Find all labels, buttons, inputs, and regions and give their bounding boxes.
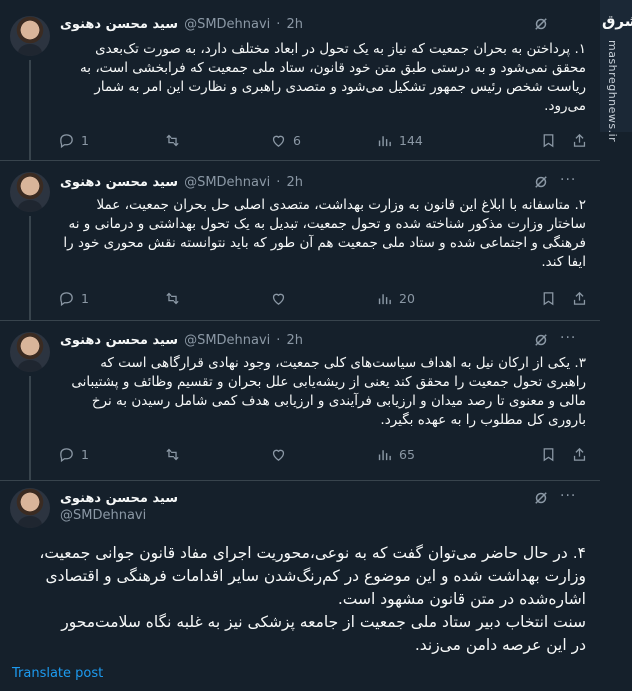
reply-icon <box>60 133 73 148</box>
text-line: وزارت بهداشت شده و این موضوع در کم‌رنگ‌ش… <box>45 567 586 585</box>
tweet-actions: 1 65 <box>58 444 588 464</box>
more-icon[interactable]: ··· <box>560 172 576 188</box>
bookmark-icon[interactable] <box>540 132 557 149</box>
avatar[interactable] <box>10 488 50 528</box>
share-icon[interactable] <box>571 132 588 149</box>
views-icon <box>378 449 391 460</box>
like-icon <box>272 449 285 461</box>
logo-site: mashreghnews.ir <box>606 40 619 143</box>
author-handle[interactable]: @SMDehnavi <box>184 17 270 32</box>
timestamp[interactable]: 2h <box>286 17 303 32</box>
retweet-icon <box>166 448 179 460</box>
views-count: 20 <box>399 290 415 306</box>
retweet-button[interactable] <box>164 132 270 149</box>
like-button[interactable]: 6 <box>270 132 376 149</box>
tweet-actions: 1 6 144 <box>58 130 588 150</box>
text-line: ۴. در حال حاضر می‌توان گفت که به نوعی،مح… <box>39 544 586 562</box>
views-count: 65 <box>399 446 415 462</box>
author-name[interactable]: سید محسن دهنوی <box>60 175 178 190</box>
like-icon <box>272 293 285 305</box>
tweet-text: ۲. متاسفانه با ابلاغ این قانون به وزارت … <box>63 197 586 270</box>
author-handle[interactable]: @SMDehnavi <box>184 333 270 348</box>
more-icon[interactable]: ··· <box>560 488 576 504</box>
grok-icon[interactable] <box>532 173 550 191</box>
views-button[interactable]: 65 <box>376 446 482 463</box>
author-name[interactable]: سید محسن دهنوی <box>60 17 178 32</box>
thread-line <box>29 376 31 480</box>
tweet-secondary-actions <box>540 446 588 463</box>
author-handle[interactable]: @SMDehnavi <box>60 508 146 523</box>
tweet-header: سید محسن دهنوی @SMDehnavi · 2h <box>60 14 560 34</box>
reply-count: 1 <box>81 132 89 148</box>
mashregh-logo: مشرق mashreghnews.ir <box>600 0 632 142</box>
reply-icon <box>60 291 73 306</box>
views-icon <box>378 135 391 146</box>
avatar[interactable] <box>10 16 50 56</box>
more-icon[interactable]: ··· <box>560 330 576 346</box>
main-tweet-text: ۴. در حال حاضر می‌توان گفت که به نوعی،مح… <box>12 542 586 657</box>
grok-icon[interactable] <box>532 331 550 349</box>
reply-count: 1 <box>81 446 89 462</box>
like-button[interactable] <box>270 290 376 307</box>
author-handle[interactable]: @SMDehnavi <box>184 175 270 190</box>
retweet-icon <box>166 292 179 304</box>
main-tweet[interactable]: سید محسن دهنوی @SMDehnavi ··· ۴. در حال … <box>0 480 600 691</box>
reply-count: 1 <box>81 290 89 306</box>
tweet-text: ۳. یکی از ارکان نیل به اهداف سیاست‌های ک… <box>71 355 586 428</box>
retweet-button[interactable] <box>164 290 270 307</box>
bookmark-icon[interactable] <box>540 290 557 307</box>
bookmark-icon[interactable] <box>540 446 557 463</box>
avatar[interactable] <box>10 332 50 372</box>
avatar[interactable] <box>10 172 50 212</box>
reply-icon <box>60 447 73 462</box>
grok-icon[interactable] <box>532 15 550 33</box>
logo-mark: مشرق <box>602 12 632 30</box>
tweet-1[interactable]: سید محسن دهنوی @SMDehnavi · 2h ۱. پرداخت… <box>0 0 600 161</box>
views-icon <box>378 293 391 304</box>
timestamp[interactable]: 2h <box>286 333 303 348</box>
tweet-3[interactable]: سید محسن دهنوی @SMDehnavi · 2h ··· ۳. یک… <box>0 320 600 481</box>
like-count: 6 <box>293 132 301 148</box>
tweet-header: سید محسن دهنوی <box>60 488 560 508</box>
separator-dot: · <box>276 174 281 190</box>
separator-dot: · <box>276 332 281 348</box>
thread-line <box>29 60 31 160</box>
text-line: اشاره‌شده در متن قانون مشهود است. <box>337 590 586 608</box>
tweet-actions: 1 20 <box>58 288 588 308</box>
share-icon[interactable] <box>571 290 588 307</box>
views-button[interactable]: 144 <box>376 132 482 149</box>
tweet-text: ۱. پرداختن به بحران جمعیت که نیاز به یک … <box>80 41 586 114</box>
reply-button[interactable]: 1 <box>58 446 164 463</box>
like-button[interactable] <box>270 446 376 463</box>
share-icon[interactable] <box>571 446 588 463</box>
thread-line <box>29 216 31 320</box>
reply-button[interactable]: 1 <box>58 132 164 149</box>
text-line: در این عرصه دامن می‌زند. <box>414 636 586 654</box>
text-line: سنت انتخاب دبیر ستاد ملی جمعیت از جامعه … <box>61 613 586 631</box>
author-name[interactable]: سید محسن دهنوی <box>60 333 178 348</box>
tweet-2[interactable]: سید محسن دهنوی @SMDehnavi · 2h ··· ۲. مت… <box>0 160 600 321</box>
grok-icon[interactable] <box>532 489 550 507</box>
separator-dot: · <box>276 16 281 32</box>
views-button[interactable]: 20 <box>376 290 482 307</box>
timestamp[interactable]: 2h <box>286 175 303 190</box>
tweet-header: سید محسن دهنوی @SMDehnavi · 2h <box>60 172 560 192</box>
author-name[interactable]: سید محسن دهنوی <box>60 491 178 506</box>
views-count: 144 <box>399 132 423 148</box>
reply-button[interactable]: 1 <box>58 290 164 307</box>
like-icon <box>272 135 285 147</box>
tweet-header: سید محسن دهنوی @SMDehnavi · 2h <box>60 330 560 350</box>
tweet-secondary-actions <box>540 290 588 307</box>
tweet-secondary-actions <box>540 132 588 149</box>
retweet-icon <box>166 134 179 146</box>
retweet-button[interactable] <box>164 446 270 463</box>
translate-post-link[interactable]: Translate post <box>12 666 103 681</box>
